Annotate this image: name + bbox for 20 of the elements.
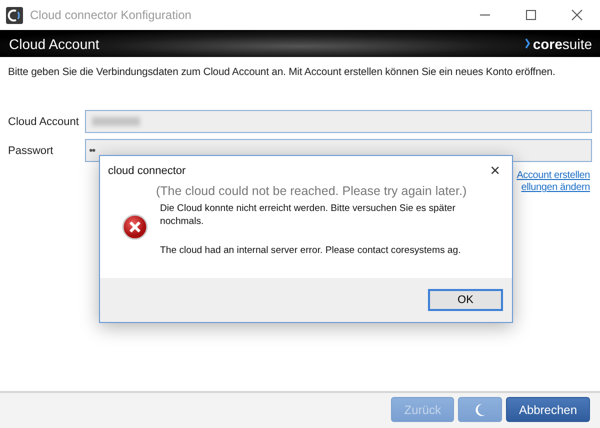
cancel-button[interactable]: Abbrechen [506,397,590,422]
ok-button[interactable]: OK [428,289,503,311]
spinner-icon [474,402,486,416]
window-title: Cloud connector Konfiguration [30,8,192,22]
close-button[interactable]: × [486,161,504,181]
message-text: Die Cloud konnte nicht erreicht werden. Bitte versuchen Sie es später nochmals. [160,202,456,228]
instruction-text: Bitte geben Sie die Verbindungsdaten zum Cloud Account an. Mit Account erstellen können Sie ein neues Konto eröffnen. [7,66,556,78]
chevron-icon [524,38,530,49]
error-icon [122,214,148,240]
link[interactable]: ellungen ändern [521,182,590,193]
message-text: The cloud had an internal server error. Please contact coresystems ag. [160,244,462,257]
text-field[interactable] [85,110,592,133]
field-label: Cloud Account [8,116,80,128]
dialog-title: cloud connector [108,165,186,177]
page-title: Cloud Account [9,36,100,52]
logo-text: coresuite [532,36,592,52]
main-instruction: (The cloud could not be reached. Please try again later.) [156,184,468,198]
link[interactable]: Account erstellen [516,170,590,181]
field-label: Passwort [8,144,54,156]
app-icon [6,6,23,24]
